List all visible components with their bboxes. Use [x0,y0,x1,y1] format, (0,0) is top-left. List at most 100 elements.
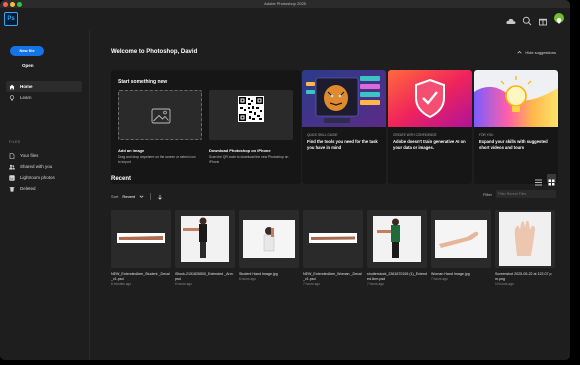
lightbulb-icon [9,94,15,101]
recent-file-item[interactable]: Screenshot 2025-05-22 at 122.07 pm.png 1… [495,210,555,287]
chevron-up-icon [517,51,522,54]
file-time: 7 hours ago [367,282,384,286]
photoshop-window: Adobe Photoshop 2025 Ps New file Open Ho… [0,0,570,360]
title-bar: Adobe Photoshop 2025 [0,0,570,8]
window-title: Adobe Photoshop 2025 [264,1,306,6]
file-name: shutterstock_2361870155 (1)_Extended Arm… [367,272,427,281]
card-kicker: FOR YOU [479,133,494,137]
sidebar-item-deleted[interactable]: Deleted [6,183,86,194]
lightbulb-illustration [474,70,558,127]
download-iphone-description: Scan the QR code to download the new Pho… [209,155,289,164]
file-thumbnail [239,210,299,268]
file-name: Screenshot 2025-05-22 at 122.07 pm.png [495,272,552,281]
lightbulb-icon [556,18,562,24]
filter-label: Filter [483,191,492,197]
recent-file-item[interactable]: NEW_ExtendedArm_Woman _Decal_v1.psd 7 ho… [303,210,363,287]
photoshop-logo[interactable]: Ps [4,12,18,26]
cloud-icon[interactable] [506,13,516,24]
file-time: 7 hours ago [431,277,448,281]
start-something-new-panel: Start something new Add an image Drag an… [111,70,301,184]
file-time: 10 hours ago [495,282,514,286]
list-view-icon[interactable] [534,174,543,186]
file-thumbnail [111,210,171,268]
sidebar-item-label: Shared with you [20,164,53,169]
create-with-confidence-card[interactable]: CREATE WITH CONFIDENCE Adobe doesn't tra… [388,70,472,184]
sidebar-item-label: Learn [20,95,32,100]
sort-dropdown[interactable]: Recent [122,194,135,199]
sidebar-item-your-files[interactable]: Your files [6,150,86,161]
sidebar-item-shared[interactable]: Shared with you [6,161,86,172]
card-title: Find the tools you need for the task you… [307,139,378,150]
lightroom-icon: Lr [9,174,15,181]
add-image-description: Drag and drop anywhere on the screen or … [118,155,196,164]
file-thumbnail [303,210,363,268]
trash-icon [9,186,15,192]
shield-illustration [388,70,472,127]
file-time: 6 hours ago [239,277,256,281]
for-you-card[interactable]: FOR YOU Expand your skills with suggeste… [474,70,558,184]
card-title: Adobe doesn't train generative AI on you… [393,139,466,150]
divider [150,193,152,200]
qr-code [238,96,264,122]
sidebar-files: Your files Shared with you Lr Lightroom … [6,150,86,194]
image-icon [151,108,171,124]
hide-suggestions-button[interactable]: Hide suggestions [517,50,556,55]
file-name: NEW_ExtendedArm_Woman _Decal_v1.psd [303,272,362,281]
tiger-illustration [302,70,386,127]
open-button[interactable]: Open [22,63,34,68]
home-icon [9,84,15,90]
file-time: 6 minutes ago [111,282,132,286]
chevron-down-icon[interactable] [139,194,144,199]
file-thumbnail [431,210,491,268]
sort-direction-icon[interactable] [157,194,163,200]
file-name: NEW_ExtendedArm_Student _Decal_v1.psd [111,272,170,281]
recent-file-item[interactable]: iStock-2151826500_Extended _Arm.psd 6 ho… [175,210,235,287]
sidebar-item-label: Your files [20,153,39,158]
card-kicker: CREATE WITH CONFIDENCE [393,133,437,137]
card-kicker: QUICK SKILL GUIDE [307,133,338,137]
sidebar-item-home[interactable]: Home [6,81,82,92]
people-icon [9,164,15,170]
file-thumbnail [367,210,427,268]
app-bar: Ps [0,8,570,30]
gift-icon[interactable] [538,13,548,26]
sort-label: Sort [111,194,119,199]
start-panel-title: Start something new [118,79,168,85]
view-toggle [534,174,556,186]
recent-file-item[interactable]: Woman Hand Image.jpg 7 hours ago [431,210,491,282]
sidebar-item-label: Home [20,84,33,89]
add-image-dropzone[interactable] [118,90,202,140]
recent-file-item[interactable]: Student Hand Image.jpg 6 hours ago [239,210,299,282]
add-image-title[interactable]: Add an image [118,148,144,153]
account-avatar[interactable] [554,13,564,24]
files-section-heading: FILES [9,140,21,144]
sidebar-item-label: Lightroom photos [20,175,55,180]
left-sidebar: New file Open Home Learn FILES Your file… [0,30,90,360]
sidebar-item-label: Deleted [20,186,36,191]
hide-suggestions-label: Hide suggestions [525,50,556,55]
file-icon [9,152,15,159]
recent-file-item[interactable]: shutterstock_2361870155 (1)_Extended Arm… [367,210,427,287]
welcome-heading: Welcome to Photoshop, David [111,49,198,55]
sidebar-item-lightroom[interactable]: Lr Lightroom photos [6,172,86,183]
home-main: Welcome to Photoshop, David Hide suggest… [91,30,570,360]
download-iphone-title[interactable]: Download Photoshop on iPhone [209,148,271,153]
file-thumbnail [495,210,555,268]
sidebar-nav: Home Learn [6,81,82,103]
grid-view-icon[interactable] [547,174,556,186]
file-time: 6 hours ago [175,282,192,286]
file-thumbnail [175,210,235,268]
sidebar-item-learn[interactable]: Learn [6,92,82,103]
sort-controls: Sort Recent [111,193,163,200]
recent-file-item[interactable]: NEW_ExtendedArm_Student _Decal_v1.psd 6 … [111,210,171,287]
search-icon[interactable] [522,13,532,26]
quick-skill-guide-card[interactable]: QUICK SKILL GUIDE Find the tools you nee… [302,70,386,184]
iphone-qr-panel [209,90,293,140]
file-name: iStock-2151826500_Extended _Arm.psd [175,272,234,281]
file-time: 7 hours ago [303,282,320,286]
top-right-icons [506,13,564,26]
card-title: Expand your skills with suggested short … [479,139,548,150]
new-file-button[interactable]: New file [10,46,44,56]
filter-input[interactable] [496,190,556,198]
recent-heading: Recent [111,176,132,182]
